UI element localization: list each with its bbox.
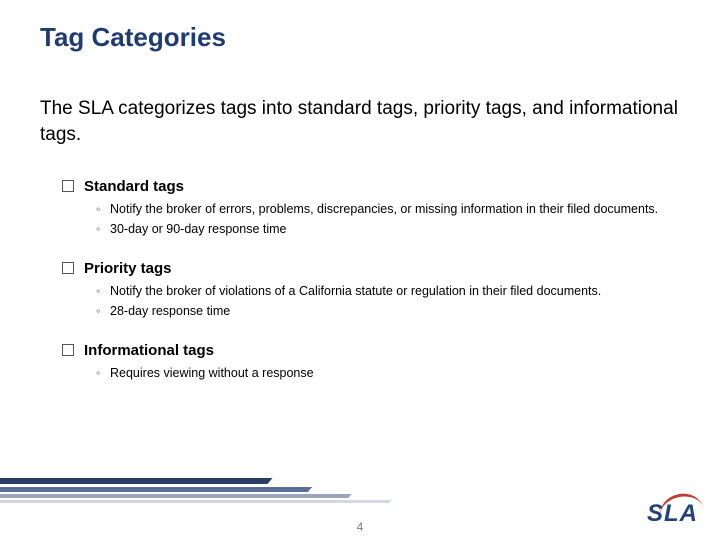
decorative-stripe	[0, 494, 352, 498]
section-heading: Priority tags	[62, 260, 682, 277]
bullet-item: 28-day response time	[96, 303, 682, 320]
intro-text: The SLA categorizes tags into standard t…	[40, 96, 680, 147]
section-heading: Standard tags	[62, 178, 682, 195]
checkbox-icon	[62, 344, 74, 356]
sla-logo: SLA	[647, 500, 698, 528]
decorative-stripe	[0, 500, 391, 503]
section-standard: Standard tags Notify the broker of error…	[62, 178, 682, 238]
decorative-stripe	[0, 478, 273, 484]
section-informational: Informational tags Requires viewing with…	[62, 342, 682, 382]
checkbox-icon	[62, 180, 74, 192]
section-priority: Priority tags Notify the broker of viola…	[62, 260, 682, 320]
section-heading: Informational tags	[62, 342, 682, 359]
section-heading-text: Priority tags	[84, 260, 172, 277]
bullet-item: Requires viewing without a response	[96, 365, 682, 382]
decorative-stripe	[0, 487, 312, 492]
page-number: 4	[357, 520, 364, 534]
content-area: Standard tags Notify the broker of error…	[62, 178, 682, 403]
section-heading-text: Informational tags	[84, 342, 214, 359]
page-title: Tag Categories	[40, 22, 226, 53]
bullet-item: 30-day or 90-day response time	[96, 221, 682, 238]
checkbox-icon	[62, 262, 74, 274]
slide: Tag Categories The SLA categorizes tags …	[0, 0, 720, 540]
section-heading-text: Standard tags	[84, 178, 184, 195]
bullet-item: Notify the broker of errors, problems, d…	[96, 201, 682, 218]
bullet-item: Notify the broker of violations of a Cal…	[96, 283, 682, 300]
